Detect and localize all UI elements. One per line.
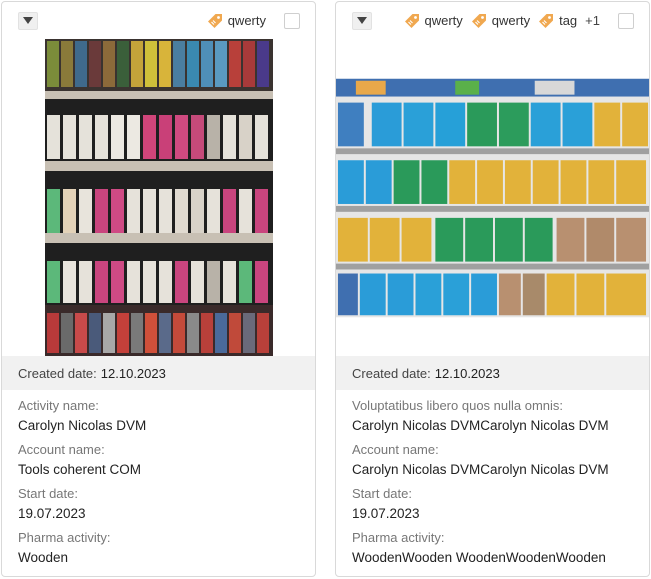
field-label: Account name: (352, 442, 439, 457)
field-label: Activity name: (18, 398, 99, 413)
created-date-value: 12.10.2023 (100, 365, 166, 381)
created-date-row: Created date: 12.10.2023 (2, 356, 315, 390)
tag[interactable]: tag (538, 13, 577, 29)
tag[interactable]: qwerty (404, 13, 463, 29)
shelf-image (336, 78, 649, 317)
select-checkbox[interactable] (618, 12, 634, 29)
field-value: 19.07.2023 (18, 506, 86, 521)
activity-card[interactable]: qwerty qwerty tag +1 Created date: 12.10… (335, 1, 650, 577)
tag-icon (539, 13, 554, 28)
expand-button[interactable] (352, 11, 372, 30)
tag-label: qwerty (491, 13, 531, 28)
tag-label: qwerty (424, 13, 463, 28)
field-account-name: Account name: Tools coherent COM (18, 441, 299, 480)
activity-photo (2, 39, 315, 356)
field-pharma-activity: Pharma activity: WoodenWooden WoodenWood… (352, 529, 633, 568)
field-value: Carolyn Nicolas DVMCarolyn Nicolas DVM (352, 418, 609, 433)
created-date-row: Created date: 12.10.2023 (336, 356, 649, 390)
activity-cards: qwerty Created date: 12.10.2023 Activity… (0, 0, 651, 579)
field-start-date: Start date: 19.07.2023 (18, 485, 299, 524)
field-value: Wooden (18, 550, 69, 565)
more-tags-count[interactable]: +1 (585, 13, 600, 28)
activity-card[interactable]: qwerty Created date: 12.10.2023 Activity… (1, 1, 316, 577)
shelf-image (44, 39, 273, 356)
tag-list: qwerty (207, 13, 266, 29)
created-date-label: Created date: (352, 365, 431, 381)
expand-button[interactable] (18, 11, 38, 30)
chevron-down-icon (23, 17, 33, 24)
tag-list: qwerty qwerty tag +1 (404, 13, 600, 29)
activity-photo (336, 39, 649, 356)
field-value: Carolyn Nicolas DVM (18, 418, 147, 433)
field-label: Voluptatibus libero quos nulla omnis: (352, 398, 564, 413)
tag[interactable]: qwerty (207, 13, 266, 29)
chevron-down-icon (357, 17, 367, 24)
tag-icon (207, 13, 222, 28)
field-pharma-activity: Pharma activity: Wooden (18, 529, 299, 568)
card-header: qwerty (2, 2, 315, 39)
card-header: qwerty qwerty tag +1 (336, 2, 649, 39)
field-label: Pharma activity: (18, 530, 111, 545)
field-label: Pharma activity: (352, 530, 445, 545)
field-activity-name: Voluptatibus libero quos nulla omnis: Ca… (352, 397, 633, 436)
tag[interactable]: qwerty (471, 13, 530, 29)
field-value: 19.07.2023 (352, 506, 420, 521)
field-label: Start date: (352, 486, 412, 501)
created-date-value: 12.10.2023 (434, 365, 500, 381)
field-value: Tools coherent COM (18, 462, 142, 477)
field-account-name: Account name: Carolyn Nicolas DVMCarolyn… (352, 441, 633, 480)
tag-icon (471, 13, 486, 28)
field-value: Carolyn Nicolas DVMCarolyn Nicolas DVM (352, 462, 609, 477)
field-activity-name: Activity name: Carolyn Nicolas DVM (18, 397, 299, 436)
field-label: Account name: (18, 442, 105, 457)
card-fields: Activity name: Carolyn Nicolas DVM Accou… (2, 390, 315, 568)
select-checkbox[interactable] (284, 12, 300, 29)
field-value: WoodenWooden WoodenWoodenWooden (352, 550, 606, 565)
created-date-label: Created date: (18, 365, 97, 381)
tag-icon (404, 13, 419, 28)
tag-label: tag (559, 13, 578, 28)
field-start-date: Start date: 19.07.2023 (352, 485, 633, 524)
field-label: Start date: (18, 486, 78, 501)
card-fields: Voluptatibus libero quos nulla omnis: Ca… (336, 390, 649, 568)
tag-label: qwerty (227, 13, 266, 28)
